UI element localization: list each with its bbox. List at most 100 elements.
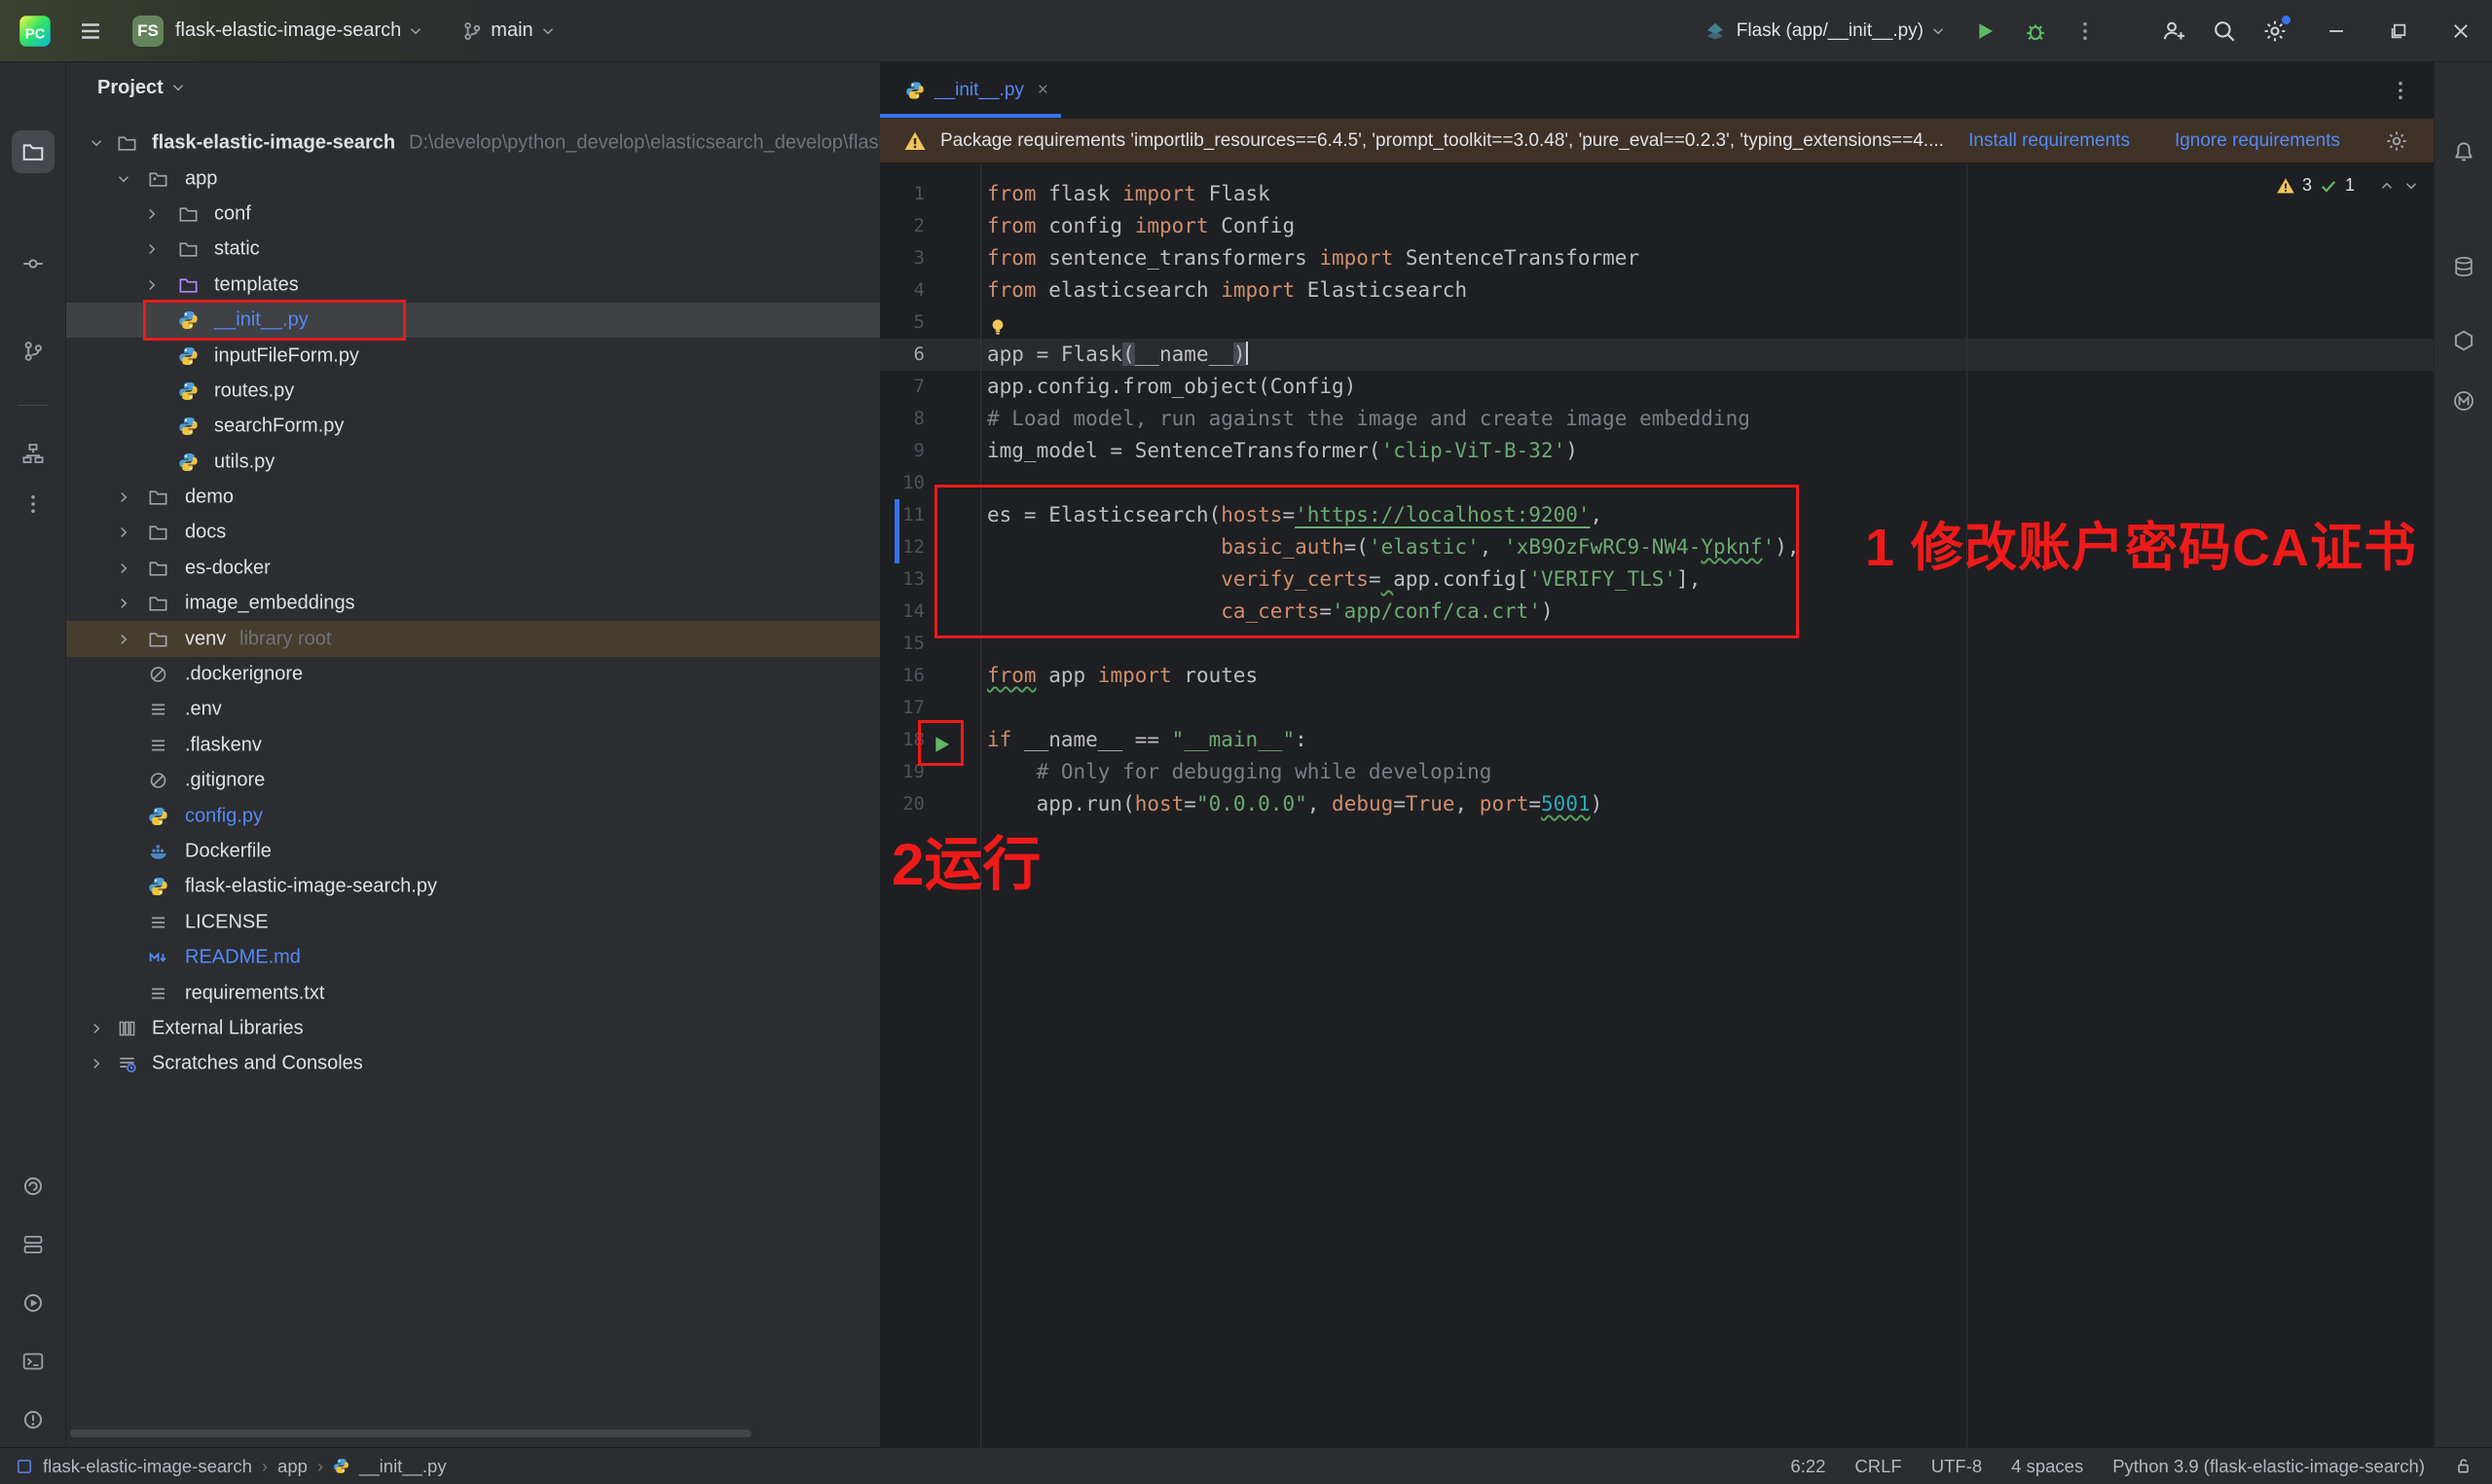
gutter-line-9[interactable]: 9 [880, 435, 980, 467]
problems-icon[interactable] [12, 1398, 55, 1441]
breadcrumb-app[interactable]: app [277, 1456, 308, 1477]
run-configuration[interactable]: Flask (app/__init__.py) [1704, 19, 1947, 43]
project-folder-icon[interactable] [12, 130, 55, 173]
chevron-right-icon[interactable] [88, 1020, 105, 1037]
tree-item-demo[interactable]: demo [66, 480, 880, 515]
tab-close-icon[interactable]: × [1038, 80, 1048, 101]
tree-item-es-docker[interactable]: es-docker [66, 551, 880, 586]
pull-requests-icon[interactable] [12, 330, 55, 373]
gutter-line-13[interactable]: 13 [880, 563, 980, 596]
gutter-line-4[interactable]: 4 [880, 274, 980, 307]
gutter-line-5[interactable]: 5 [880, 307, 980, 339]
chevron-down-icon[interactable] [115, 170, 132, 188]
gutter-line-3[interactable]: 3 [880, 242, 980, 274]
window-minimize-button[interactable] [2305, 0, 2367, 62]
tree-item-searchform-py[interactable]: searchForm.py [66, 409, 880, 444]
install-requirements-link[interactable]: Install requirements [1968, 130, 2130, 152]
gutter-line-18[interactable]: 18 [880, 724, 980, 756]
banner-settings-icon[interactable] [2385, 129, 2408, 153]
gutter-line-11[interactable]: 11 [880, 499, 980, 531]
gutter-line-17[interactable]: 17 [880, 692, 980, 724]
project-window-icon[interactable] [16, 1458, 33, 1475]
code-line-12[interactable]: 12 basic_auth=('elastic', 'xB9OzFwRC9-NW… [880, 531, 2434, 563]
tree-item-requirements-txt[interactable]: requirements.txt [66, 975, 880, 1010]
python-interpreter[interactable]: Python 3.9 (flask-elastic-image-search) [2112, 1456, 2425, 1477]
breadcrumb-project[interactable]: flask-elastic-image-search [43, 1456, 252, 1477]
tree-item-scratches-and-consoles[interactable]: Scratches and Consoles [66, 1046, 880, 1081]
tree-item--flaskenv[interactable]: .flaskenv [66, 728, 880, 763]
tree-item-venv[interactable]: venv library root [66, 621, 880, 657]
chevron-right-icon[interactable] [115, 560, 132, 577]
chevron-right-icon[interactable] [115, 489, 132, 506]
main-menu-icon[interactable] [78, 18, 103, 44]
code-line-14[interactable]: 14 ca_certs='app/conf/ca.crt') [880, 596, 2434, 628]
project-avatar[interactable]: FS [132, 15, 164, 47]
code-line-11[interactable]: 11 es = Elasticsearch(hosts='https://loca… [880, 499, 2434, 531]
code-line-20[interactable]: 20 app.run(host="0.0.0.0", debug=True, p… [880, 788, 2434, 820]
debug-button[interactable] [2023, 18, 2048, 44]
tree-item-docs[interactable]: docs [66, 515, 880, 550]
settings-button[interactable] [2262, 16, 2290, 44]
tree-item-app[interactable]: app [66, 161, 880, 196]
run-button[interactable] [1972, 18, 1997, 44]
terminal-icon[interactable] [12, 1340, 55, 1383]
chevron-right-icon[interactable] [115, 524, 132, 541]
chevron-down-icon[interactable] [88, 134, 105, 152]
tree-horizontal-scrollbar[interactable] [70, 1430, 751, 1437]
gutter-line-8[interactable]: 8 [880, 403, 980, 435]
tree-item-conf[interactable]: conf [66, 197, 880, 232]
chevron-right-icon[interactable] [115, 595, 132, 612]
branch-widget[interactable]: main [461, 19, 556, 42]
chevron-right-icon[interactable] [143, 276, 161, 294]
gutter-line-10[interactable]: 10 [880, 467, 980, 499]
ai-assistant-icon[interactable] [2442, 380, 2485, 422]
gutter-line-6[interactable]: 6 [880, 339, 980, 371]
tree-item-routes-py[interactable]: routes.py [66, 374, 880, 409]
code-line-9[interactable]: 9 img_model = SentenceTransformer('clip-V… [880, 435, 2434, 467]
plugins-icon[interactable] [2442, 319, 2485, 362]
tree-item-templates[interactable]: templates [66, 268, 880, 303]
code-line-4[interactable]: 4 from elasticsearch import Elasticsearch [880, 274, 2434, 307]
chevron-right-icon[interactable] [143, 240, 161, 258]
search-everywhere-icon[interactable] [2212, 18, 2237, 44]
code-editor[interactable]: 1 from flask import Flask 2 from config imp… [880, 163, 2434, 820]
tree-item-image_embeddings[interactable]: image_embeddings [66, 586, 880, 621]
gutter-line-19[interactable]: 19 [880, 756, 980, 788]
tree-item-flask-elastic-image-search[interactable]: flask-elastic-image-search D:\develop\pyt… [66, 126, 880, 161]
code-with-me-icon[interactable] [2161, 18, 2186, 44]
tree-item--gitignore[interactable]: .gitignore [66, 763, 880, 798]
gutter-line-7[interactable]: 7 [880, 371, 980, 403]
tree-item-readme-md[interactable]: README.md [66, 940, 880, 975]
file-encoding[interactable]: UTF-8 [1931, 1456, 1982, 1477]
more-actions-icon[interactable] [2073, 19, 2097, 43]
more-icon[interactable] [12, 483, 55, 525]
database-icon[interactable] [2442, 245, 2485, 288]
code-line-16[interactable]: 16 from app import routes [880, 660, 2434, 692]
tree-item-utils-py[interactable]: utils.py [66, 445, 880, 480]
tree-item-license[interactable]: LICENSE [66, 905, 880, 940]
project-name[interactable]: flask-elastic-image-search [175, 19, 401, 42]
code-line-5[interactable]: 5 [880, 307, 2434, 339]
window-restore-button[interactable] [2367, 0, 2430, 62]
ignore-requirements-link[interactable]: Ignore requirements [2175, 130, 2340, 152]
chevron-right-icon[interactable] [88, 1055, 105, 1072]
commit-icon[interactable] [12, 242, 55, 285]
tab-init-py[interactable]: __init__.py × [880, 62, 1061, 119]
gutter-line-20[interactable]: 20 [880, 788, 980, 820]
tab-options-icon[interactable] [2389, 79, 2412, 102]
tree-item-flask-elastic-image-search-py[interactable]: flask-elastic-image-search.py [66, 869, 880, 904]
code-line-10[interactable]: 10 [880, 467, 2434, 499]
code-line-7[interactable]: 7 app.config.from_object(Config) [880, 371, 2434, 403]
tree-item-__init__-py[interactable]: __init__.py [66, 299, 880, 341]
project-panel-header[interactable]: Project [66, 62, 880, 113]
gutter-line-12[interactable]: 12 [880, 531, 980, 563]
gutter-line-1[interactable]: 1 [880, 178, 980, 210]
notifications-icon[interactable] [2442, 130, 2485, 173]
code-line-3[interactable]: 3 from sentence_transformers import Sente… [880, 242, 2434, 274]
caret-position[interactable]: 6:22 [1790, 1456, 1825, 1477]
gutter-line-14[interactable]: 14 [880, 596, 980, 628]
gutter-line-15[interactable]: 15 [880, 628, 980, 660]
tree-item-external-libraries[interactable]: External Libraries [66, 1011, 880, 1046]
python-console-icon[interactable] [12, 1165, 55, 1208]
tree-item--dockerignore[interactable]: .dockerignore [66, 657, 880, 692]
